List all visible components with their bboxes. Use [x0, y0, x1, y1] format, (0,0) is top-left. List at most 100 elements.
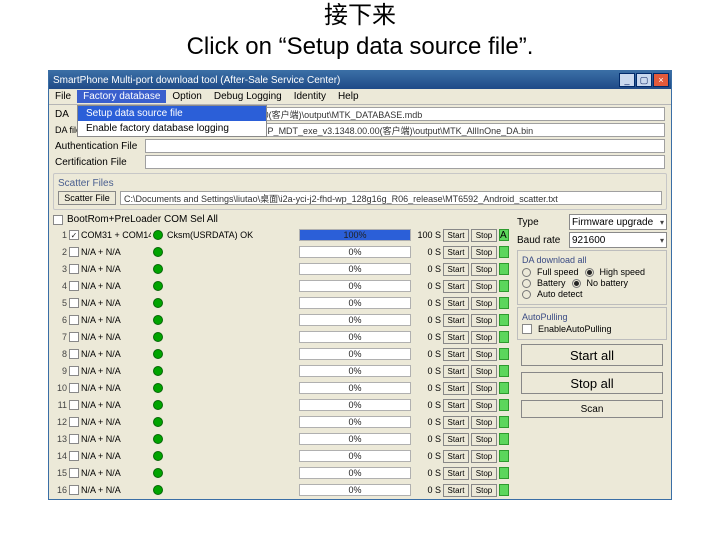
row-start-button[interactable]: Start: [443, 484, 469, 497]
no-battery-radio[interactable]: [572, 279, 581, 288]
table-row: 9N/A + N/A0%0 SStartStop: [53, 363, 509, 379]
progress-bar: 0%: [299, 467, 411, 479]
row-number: 10: [53, 383, 67, 393]
menu-enable-factory-logging[interactable]: Enable factory database logging: [78, 121, 266, 136]
full-speed-radio[interactable]: [522, 268, 531, 277]
row-checkbox[interactable]: [69, 247, 79, 257]
row-stop-button[interactable]: Stop: [471, 280, 497, 293]
row-com: N/A + N/A: [81, 264, 151, 274]
da-label: DA: [55, 109, 79, 120]
row-stop-button[interactable]: Stop: [471, 297, 497, 310]
row-indicator: [499, 484, 509, 496]
start-all-button[interactable]: Start all: [521, 344, 663, 366]
cert-field[interactable]: [145, 155, 665, 169]
row-checkbox[interactable]: [69, 434, 79, 444]
row-start-button[interactable]: Start: [443, 280, 469, 293]
menu-factory-database[interactable]: Factory database: [77, 90, 166, 103]
row-start-button[interactable]: Start: [443, 416, 469, 429]
select-all-checkbox[interactable]: [53, 215, 63, 225]
row-start-button[interactable]: Start: [443, 365, 469, 378]
row-start-button[interactable]: Start: [443, 433, 469, 446]
menu-file[interactable]: File: [49, 90, 77, 103]
row-stop-button[interactable]: Stop: [471, 331, 497, 344]
factory-database-dropdown: Setup data source file Enable factory da…: [77, 105, 267, 137]
row-number: 11: [53, 400, 67, 410]
row-indicator: [499, 297, 509, 309]
row-stop-button[interactable]: Stop: [471, 348, 497, 361]
scan-button[interactable]: Scan: [521, 400, 663, 418]
battery-radio[interactable]: [522, 279, 531, 288]
row-stop-button[interactable]: Stop: [471, 314, 497, 327]
menu-setup-data-source-file[interactable]: Setup data source file: [78, 106, 266, 121]
row-stop-button[interactable]: Stop: [471, 433, 497, 446]
menu-debug-logging[interactable]: Debug Logging: [208, 90, 288, 103]
scatter-path-field[interactable]: C:\Documents and Settings\liutao\桌面\i2a-…: [120, 191, 662, 205]
minimize-button[interactable]: _: [619, 73, 635, 87]
row-checkbox[interactable]: [69, 400, 79, 410]
row-start-button[interactable]: Start: [443, 331, 469, 344]
row-checkbox[interactable]: [69, 315, 79, 325]
row-stop-button[interactable]: Stop: [471, 246, 497, 259]
scatter-file-button[interactable]: Scatter File: [58, 191, 116, 205]
row-checkbox[interactable]: [69, 281, 79, 291]
row-stop-button[interactable]: Stop: [471, 365, 497, 378]
chevron-down-icon: ▾: [660, 218, 664, 227]
row-start-button[interactable]: Start: [443, 348, 469, 361]
row-checkbox[interactable]: [69, 485, 79, 495]
type-select[interactable]: Firmware upgrade▾: [569, 214, 667, 230]
progress-bar: 0%: [299, 331, 411, 343]
stop-all-button[interactable]: Stop all: [521, 372, 663, 394]
enable-autopulling-checkbox[interactable]: [522, 324, 532, 334]
row-com: N/A + N/A: [81, 349, 151, 359]
row-time: 0 S: [413, 247, 441, 257]
progress-bar: 0%: [299, 348, 411, 360]
row-stop-button[interactable]: Stop: [471, 399, 497, 412]
row-checkbox[interactable]: [69, 366, 79, 376]
row-indicator: [499, 365, 509, 377]
row-stop-button[interactable]: Stop: [471, 263, 497, 276]
row-stop-button[interactable]: Stop: [471, 484, 497, 497]
row-checkbox[interactable]: [69, 349, 79, 359]
row-start-button[interactable]: Start: [443, 314, 469, 327]
row-checkbox[interactable]: [69, 332, 79, 342]
row-start-button[interactable]: Start: [443, 467, 469, 480]
menu-help[interactable]: Help: [332, 90, 365, 103]
row-stop-button[interactable]: Stop: [471, 416, 497, 429]
progress-bar: 0%: [299, 450, 411, 462]
row-checkbox[interactable]: [69, 383, 79, 393]
table-row: 16N/A + N/A0%0 SStartStop: [53, 482, 509, 498]
status-led-icon: [153, 264, 163, 274]
status-led-icon: [153, 315, 163, 325]
row-start-button[interactable]: Start: [443, 246, 469, 259]
row-stop-button[interactable]: Stop: [471, 382, 497, 395]
baud-select[interactable]: 921600▾: [569, 232, 667, 248]
row-start-button[interactable]: Start: [443, 263, 469, 276]
auto-detect-radio[interactable]: [522, 290, 531, 299]
row-start-button[interactable]: Start: [443, 229, 469, 242]
menu-option[interactable]: Option: [166, 90, 207, 103]
row-stop-button[interactable]: Stop: [471, 229, 497, 242]
maximize-button[interactable]: ▢: [636, 73, 652, 87]
row-start-button[interactable]: Start: [443, 297, 469, 310]
row-checkbox[interactable]: [69, 451, 79, 461]
close-button[interactable]: ×: [653, 73, 669, 87]
auth-field[interactable]: [145, 139, 665, 153]
row-checkbox[interactable]: [69, 230, 79, 240]
row-checkbox[interactable]: [69, 264, 79, 274]
row-com: N/A + N/A: [81, 315, 151, 325]
row-stop-button[interactable]: Stop: [471, 467, 497, 480]
row-start-button[interactable]: Start: [443, 382, 469, 395]
row-checkbox[interactable]: [69, 468, 79, 478]
row-start-button[interactable]: Start: [443, 399, 469, 412]
progress-bar: 0%: [299, 399, 411, 411]
row-number: 7: [53, 332, 67, 342]
status-led-icon: [153, 247, 163, 257]
menu-identity[interactable]: Identity: [288, 90, 332, 103]
row-start-button[interactable]: Start: [443, 450, 469, 463]
row-stop-button[interactable]: Stop: [471, 450, 497, 463]
high-speed-radio[interactable]: [585, 268, 594, 277]
row-checkbox[interactable]: [69, 417, 79, 427]
row-number: 9: [53, 366, 67, 376]
progress-bar: 0%: [299, 263, 411, 275]
row-checkbox[interactable]: [69, 298, 79, 308]
